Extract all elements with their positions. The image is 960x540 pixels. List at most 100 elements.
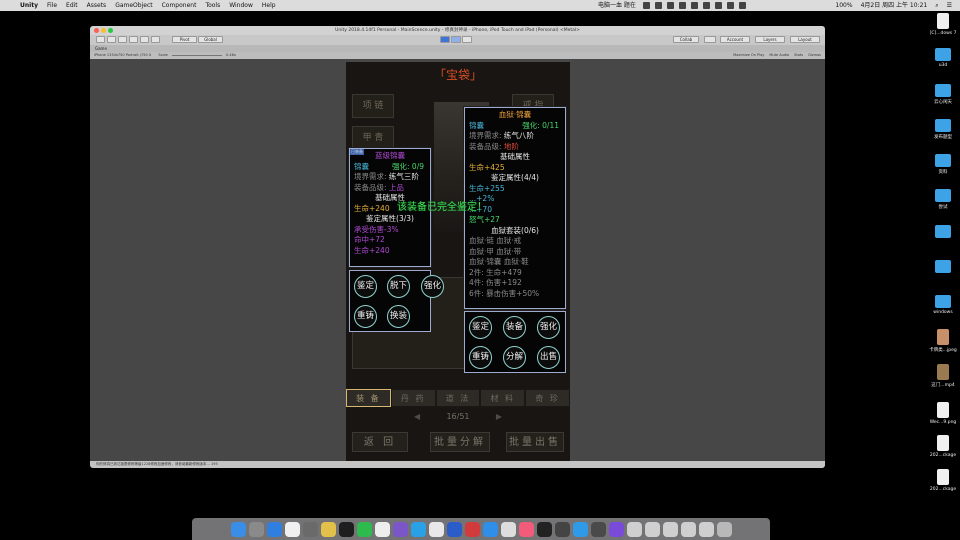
menu-component[interactable]: Component xyxy=(162,0,197,11)
rotate-tool-icon[interactable] xyxy=(118,36,127,43)
tab-pills[interactable]: 丹 药 xyxy=(390,389,436,407)
pause-button[interactable] xyxy=(451,36,461,43)
cloud-icon[interactable] xyxy=(704,36,716,43)
tray-icon[interactable] xyxy=(679,2,686,9)
decompose-button[interactable]: 分解 xyxy=(503,346,526,369)
unity-hub-icon[interactable] xyxy=(374,521,390,537)
tray-icon[interactable] xyxy=(715,2,722,9)
resolution-dropdown[interactable]: iPhone 1334x750 Portrait (750 X xyxy=(94,53,151,57)
chrome-icon[interactable] xyxy=(320,521,336,537)
app-icon[interactable] xyxy=(464,521,480,537)
tray-icon[interactable] xyxy=(667,2,674,9)
word-icon[interactable] xyxy=(446,521,462,537)
transform-tool-icon[interactable] xyxy=(151,36,160,43)
battery-percent[interactable]: 100% xyxy=(835,0,852,11)
unequip-button[interactable]: 脱下 xyxy=(387,275,410,298)
gizmos-dropdown[interactable]: Gizmos xyxy=(808,52,821,59)
tab-spells[interactable]: 道 法 xyxy=(435,389,481,407)
desktop-folder[interactable]: 尝试 xyxy=(928,189,958,210)
app-icon[interactable] xyxy=(500,521,516,537)
scale-slider[interactable] xyxy=(171,54,222,56)
tab-materials[interactable]: 材 料 xyxy=(480,389,526,407)
calendar-icon[interactable] xyxy=(284,521,300,537)
swap-button[interactable]: 换装 xyxy=(387,305,410,328)
tray-icon[interactable] xyxy=(691,2,698,9)
hand-tool-icon[interactable] xyxy=(96,36,105,43)
move-tool-icon[interactable] xyxy=(107,36,116,43)
batch-sell-button[interactable]: 批量出售 xyxy=(506,432,564,452)
global-toggle[interactable]: Global xyxy=(198,36,223,43)
wechat-icon[interactable] xyxy=(356,521,372,537)
prev-page-icon[interactable]: ◀ xyxy=(414,412,420,421)
enhance-button[interactable]: 强化 xyxy=(421,275,444,298)
identify-button[interactable]: 鉴定 xyxy=(469,316,492,339)
scale-tool-icon[interactable] xyxy=(129,36,138,43)
tray-icon[interactable] xyxy=(643,2,650,9)
window-titlebar[interactable]: Unity 2018.4.14f1 Personal - MainScence.… xyxy=(90,26,825,35)
window-thumbnail-icon[interactable] xyxy=(662,521,678,537)
window-thumbnail-icon[interactable] xyxy=(698,521,714,537)
menu-gameobject[interactable]: GameObject xyxy=(115,0,152,11)
qq-icon[interactable] xyxy=(338,521,354,537)
app-icon[interactable] xyxy=(554,521,570,537)
system-preferences-icon[interactable] xyxy=(302,521,318,537)
desktop-folder[interactable]: 发布题型 xyxy=(928,119,958,140)
menu-window[interactable]: Window xyxy=(229,0,253,11)
back-button[interactable]: 返 回 xyxy=(352,432,408,452)
desktop-folder[interactable] xyxy=(928,260,958,275)
app-icon[interactable] xyxy=(536,521,552,537)
menu-file[interactable]: File xyxy=(47,0,57,11)
window-thumbnail-icon[interactable] xyxy=(626,521,642,537)
desktop-folder[interactable]: 云心闲天 xyxy=(928,84,958,105)
app-icon[interactable] xyxy=(428,521,444,537)
console-status-bar[interactable]: 你的修真已到达极限修炼等级1228修炼加速修炼，请参阅最新修炼版本… 195 xyxy=(90,461,825,468)
safari-icon[interactable] xyxy=(266,521,282,537)
minimize-icon[interactable] xyxy=(101,28,106,33)
menu-tools[interactable]: Tools xyxy=(205,0,220,11)
sell-button[interactable]: 出售 xyxy=(537,346,560,369)
music-icon[interactable] xyxy=(518,521,534,537)
desktop-file[interactable]: 卡牌类...jpeg xyxy=(928,329,958,353)
tab-equipment[interactable]: 装 备 xyxy=(346,389,391,407)
visual-studio-icon[interactable] xyxy=(392,521,408,537)
tray-icon[interactable] xyxy=(727,2,734,9)
maximize-on-play-toggle[interactable]: Maximize On Play xyxy=(733,52,764,59)
desktop-folder[interactable]: 资料 xyxy=(928,154,958,175)
menu-edit[interactable]: Edit xyxy=(66,0,78,11)
collab-dropdown[interactable]: Collab xyxy=(673,36,699,43)
search-icon[interactable]: ⌕ xyxy=(935,0,938,11)
close-icon[interactable] xyxy=(94,28,99,33)
desktop-file[interactable]: [C]...dows 7 xyxy=(928,13,958,36)
app-icon[interactable] xyxy=(482,521,498,537)
finder-icon[interactable] xyxy=(230,521,246,537)
menu-assets[interactable]: Assets xyxy=(87,0,107,11)
clock[interactable]: 4月2日 周四 上午 10:21 xyxy=(861,0,928,11)
tab-treasures[interactable]: 奇 珍 xyxy=(525,389,570,407)
window-thumbnail-icon[interactable] xyxy=(680,521,696,537)
desktop-file[interactable]: 202...ckage xyxy=(928,469,958,492)
mute-audio-toggle[interactable]: Mute Audio xyxy=(769,52,789,59)
menu-list-icon[interactable]: ☰ xyxy=(947,0,952,11)
reforge-button[interactable]: 重铸 xyxy=(469,346,492,369)
game-tab[interactable]: Game xyxy=(90,45,825,52)
wifi-icon[interactable] xyxy=(739,2,746,9)
step-button[interactable] xyxy=(462,36,472,43)
desktop-file[interactable]: 这门...mp4 xyxy=(928,364,958,388)
folder-icon[interactable] xyxy=(572,521,588,537)
pivot-toggle[interactable]: Pivot xyxy=(172,36,197,43)
layers-dropdown[interactable]: Layers xyxy=(755,36,785,43)
account-dropdown[interactable]: Account xyxy=(720,36,750,43)
next-page-icon[interactable]: ▶ xyxy=(496,412,502,421)
app-icon[interactable] xyxy=(590,521,606,537)
desktop-file[interactable]: Wec...9.png xyxy=(928,402,958,425)
equip-slot-armor[interactable]: 甲 青 xyxy=(352,126,394,150)
equip-button[interactable]: 装备 xyxy=(503,316,526,339)
app-icon[interactable] xyxy=(410,521,426,537)
tray-icon[interactable] xyxy=(655,2,662,9)
desktop-file[interactable]: 202...ckage xyxy=(928,435,958,458)
app-icon[interactable] xyxy=(608,521,624,537)
zoom-icon[interactable] xyxy=(108,28,113,33)
launchpad-icon[interactable] xyxy=(248,521,264,537)
reforge-button[interactable]: 重铸 xyxy=(354,305,377,328)
tray-icon[interactable] xyxy=(703,2,710,9)
